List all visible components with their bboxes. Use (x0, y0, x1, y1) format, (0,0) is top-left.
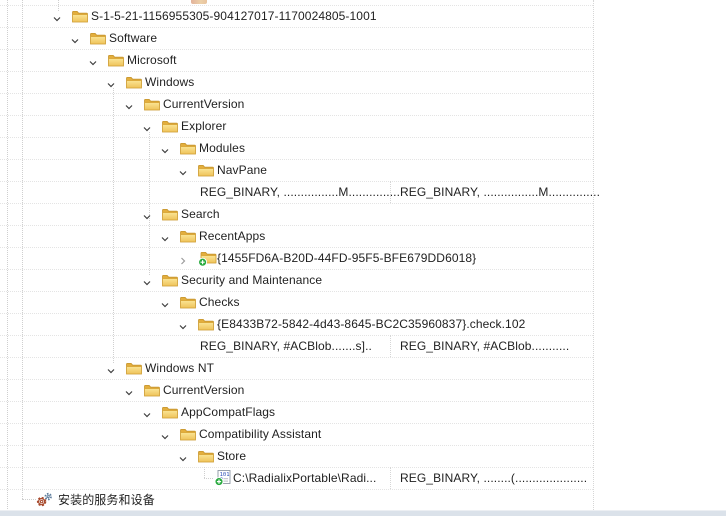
folder-icon (144, 98, 160, 116)
value-old-data: REG_BINARY, #ACBlob.......s].. (200, 339, 372, 353)
folder-icon (180, 428, 196, 446)
service-item-label: 安装的服务和设备 (58, 493, 155, 507)
tree-key-row[interactable]: RecentApps (0, 225, 726, 247)
tree-key-row[interactable]: Windows NT (0, 357, 726, 379)
tree-key-row[interactable]: Modules (0, 137, 726, 159)
tree-value-row[interactable]: REG_BINARY, ................M...........… (0, 181, 726, 203)
folder-icon (162, 120, 178, 138)
horizontal-scrollbar[interactable] (0, 510, 726, 516)
binary-value-added-icon: 1010 (214, 470, 231, 491)
chevron-down-icon[interactable] (124, 99, 134, 110)
folder-icon (198, 164, 214, 182)
chevron-down-icon[interactable] (88, 55, 98, 66)
cell-separator (390, 181, 391, 203)
chevron-down-icon[interactable] (70, 33, 80, 44)
tree-item-label: NavPane (217, 163, 268, 177)
chevron-down-icon[interactable] (160, 429, 170, 440)
chevron-right-icon[interactable] (178, 253, 188, 265)
service-item-row[interactable]: 安装的服务和设备 (0, 489, 726, 511)
tree-item-label: Checks (199, 295, 240, 309)
tree-key-row[interactable]: Software (0, 27, 726, 49)
tree-item-label: {1455FD6A-B20D-44FD-95F5-BFE679DD6018} (217, 251, 477, 265)
tree-item-label: Security and Maintenance (181, 273, 323, 287)
folder-icon (162, 406, 178, 424)
tree-key-row[interactable]: CurrentVersion (0, 379, 726, 401)
value-new-data: REG_BINARY, ................M...........… (400, 185, 601, 199)
tree-key-row[interactable]: Security and Maintenance (0, 269, 726, 291)
cell-separator (390, 335, 391, 357)
value-new-data: REG_BINARY, ........(...................… (400, 471, 588, 485)
folder-icon (180, 230, 196, 248)
chevron-down-icon[interactable] (106, 77, 116, 88)
folder-icon (198, 450, 214, 468)
tree-key-row[interactable]: Explorer (0, 115, 726, 137)
tree-key-row[interactable]: CurrentVersion (0, 93, 726, 115)
folder-icon (180, 296, 196, 314)
folder-icon (144, 384, 160, 402)
tree-key-row[interactable]: Windows (0, 71, 726, 93)
folder-icon (90, 32, 106, 50)
tree-item-label: Software (109, 31, 158, 45)
chevron-down-icon[interactable] (124, 385, 134, 396)
chevron-down-icon[interactable] (160, 143, 170, 154)
chevron-down-icon[interactable] (160, 297, 170, 308)
tree-item-label: Compatibility Assistant (199, 427, 322, 441)
tree-item-label: CurrentVersion (163, 383, 245, 397)
folder-icon (162, 208, 178, 226)
partial-scrolled-icon (191, 0, 207, 4)
tree-key-row[interactable]: Compatibility Assistant (0, 423, 726, 445)
chevron-down-icon[interactable] (142, 407, 152, 418)
tree-item-label: RecentApps (199, 229, 266, 243)
tree-item-label: CurrentVersion (163, 97, 245, 111)
value-old-data: REG_BINARY, ................M...........… (200, 185, 401, 199)
chevron-down-icon[interactable] (142, 121, 152, 132)
tree-key-row[interactable]: NavPane (0, 159, 726, 181)
folder-icon (108, 54, 124, 72)
chevron-down-icon[interactable] (106, 363, 116, 374)
chevron-down-icon[interactable] (178, 451, 188, 462)
cell-separator (390, 467, 391, 489)
registry-compare-tree-window: S-1-5-21-1156955305-904127017-1170024805… (0, 0, 726, 516)
tree-item-label: Modules (199, 141, 246, 155)
tree-item-label: Search (181, 207, 220, 221)
tree-key-row[interactable]: {E8433B72-5842-4d43-8645-BC2C35960837}.c… (0, 313, 726, 335)
chevron-down-icon[interactable] (142, 275, 152, 286)
tree-item-label: Windows NT (145, 361, 215, 375)
chevron-down-icon[interactable] (142, 209, 152, 220)
tree-item-label: Windows (145, 75, 195, 89)
folder-icon (72, 10, 88, 28)
chevron-down-icon[interactable] (178, 319, 188, 330)
value-new-data: REG_BINARY, #ACBlob........... (400, 339, 570, 353)
tree-item-label: {E8433B72-5842-4d43-8645-BC2C35960837}.c… (217, 317, 526, 331)
tree-item-label: Store (217, 449, 247, 463)
tree-key-row[interactable]: Search (0, 203, 726, 225)
tree-key-row[interactable]: Microsoft (0, 49, 726, 71)
tree-item-label: AppCompatFlags (181, 405, 276, 419)
folder-icon (126, 362, 142, 380)
folder-icon (198, 318, 214, 336)
chevron-down-icon[interactable] (178, 165, 188, 176)
tree-item-label: Explorer (181, 119, 227, 133)
tree-key-row[interactable]: Checks (0, 291, 726, 313)
tree-key-row[interactable]: {1455FD6A-B20D-44FD-95F5-BFE679DD6018} (0, 247, 726, 269)
tree-key-row[interactable]: AppCompatFlags (0, 401, 726, 423)
chevron-down-icon[interactable] (52, 11, 62, 22)
folder-icon (162, 274, 178, 292)
folder-icon (180, 142, 196, 160)
tree-key-row[interactable]: Store (0, 445, 726, 467)
tree-item-label: S-1-5-21-1156955305-904127017-1170024805… (91, 9, 377, 23)
tree-item-label: Microsoft (127, 53, 177, 67)
tree-value-row[interactable]: 1010C:\RadialixPortable\Radi... REG_BINAR… (0, 467, 726, 489)
folder-icon (126, 76, 142, 94)
tree-key-row[interactable]: S-1-5-21-1156955305-904127017-1170024805… (0, 5, 726, 27)
value-name-label: C:\RadialixPortable\Radi... (233, 471, 377, 485)
tree-value-row[interactable]: REG_BINARY, #ACBlob.......s].. REG_BINARY… (0, 335, 726, 357)
chevron-down-icon[interactable] (160, 231, 170, 242)
